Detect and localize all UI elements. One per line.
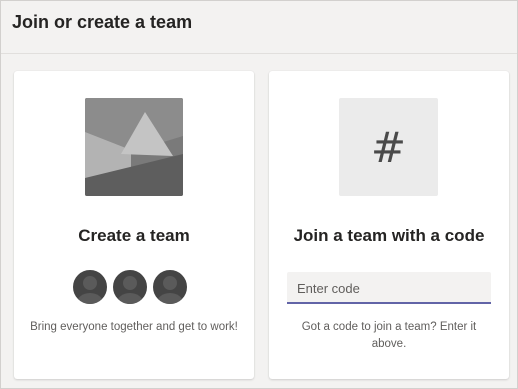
avatar — [112, 269, 148, 305]
create-team-title: Create a team — [78, 226, 190, 245]
team-code-input[interactable] — [287, 272, 491, 304]
create-team-description: Bring everyone together and get to work! — [30, 321, 238, 333]
avatar-group — [72, 269, 196, 305]
join-team-title: Join a team with a code — [293, 226, 485, 245]
page-title: Join or create a team — [12, 12, 193, 32]
avatar — [72, 269, 108, 305]
mountain-image-icon — [85, 98, 183, 196]
avatar — [152, 269, 188, 305]
create-team-card[interactable]: Create a team Bring everyone together an… — [14, 71, 254, 379]
dialog-header: Join or create a team — [1, 1, 517, 54]
hash-icon: # — [370, 122, 407, 172]
join-team-card: # Join a team with a code Got a code to … — [269, 71, 509, 379]
hash-icon-box: # — [339, 98, 438, 196]
dialog-frame: Join or create a team Create a team Brin… — [0, 0, 518, 389]
join-team-description: Got a code to join a team? Enter it abov… — [301, 321, 477, 350]
